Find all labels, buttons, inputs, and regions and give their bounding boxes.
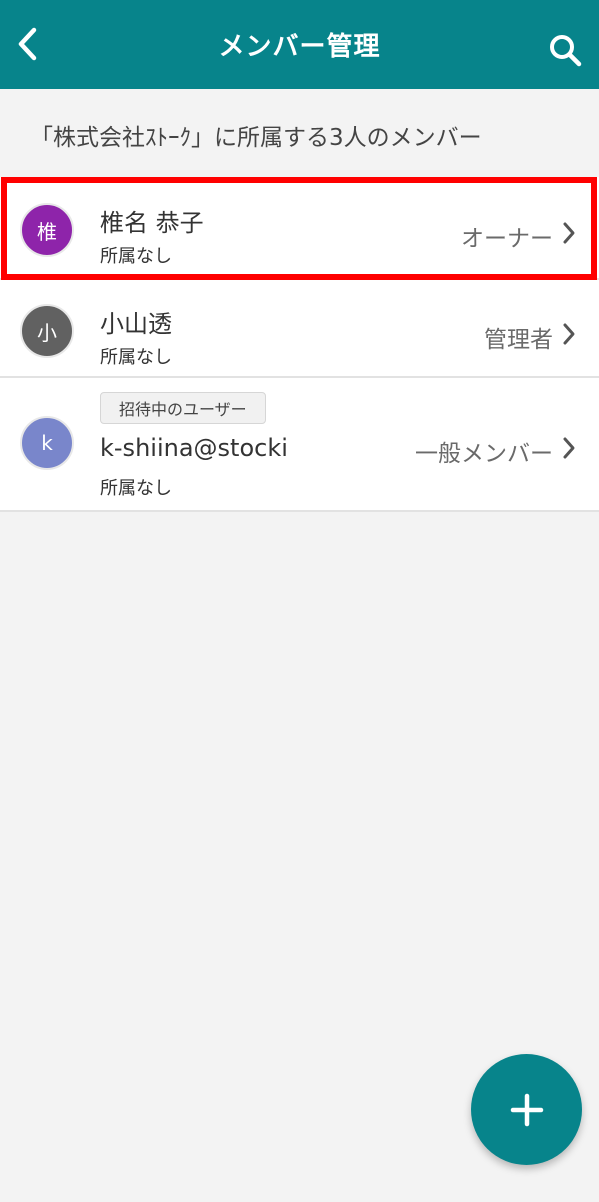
page-title: メンバー管理 — [218, 32, 381, 62]
member-count-text: 「株式会社ｽﾄｰｸ」に所属する3人のメンバー — [30, 125, 482, 151]
member-name: 椎名 恭子 — [100, 209, 204, 237]
member-role: 一般メンバー — [415, 441, 553, 467]
member-role: 管理者 — [484, 327, 553, 353]
avatar-initial: 椎 — [37, 219, 57, 244]
avatar: 小 — [20, 304, 74, 358]
avatar-initial: k — [41, 431, 53, 455]
member-name: 小山透 — [100, 310, 172, 338]
plus-icon — [510, 1093, 543, 1126]
member-name: k-shiina@stocki — [100, 434, 288, 462]
invited-badge: 招待中のユーザー — [100, 392, 266, 424]
back-button[interactable] — [8, 24, 48, 64]
member-row-admin[interactable]: 小 小山透 所属なし 管理者 — [0, 280, 599, 378]
chevron-right-icon — [563, 323, 575, 345]
avatar: 椎 — [20, 203, 74, 257]
member-org: 所属なし — [100, 478, 172, 499]
member-row-invited[interactable]: 招待中のユーザー k k-shiina@stocki 所属なし 一般メンバー — [0, 378, 599, 512]
member-row-owner[interactable]: 椎 椎名 恭子 所属なし オーナー — [0, 177, 599, 280]
chevron-right-icon — [563, 437, 575, 459]
chevron-right-icon — [563, 222, 575, 244]
member-role: オーナー — [461, 226, 553, 252]
member-list: 椎 椎名 恭子 所属なし オーナー 小 小山透 所属なし 管理者 招待中のユーザ… — [0, 177, 599, 512]
chevron-left-icon — [18, 27, 37, 61]
avatar: k — [20, 416, 74, 470]
app-header: メンバー管理 — [0, 0, 599, 89]
search-button[interactable] — [545, 30, 585, 70]
member-org: 所属なし — [100, 246, 172, 267]
member-org: 所属なし — [100, 347, 172, 368]
search-icon — [550, 35, 582, 67]
add-member-button[interactable] — [471, 1054, 582, 1165]
avatar-initial: 小 — [37, 320, 57, 345]
